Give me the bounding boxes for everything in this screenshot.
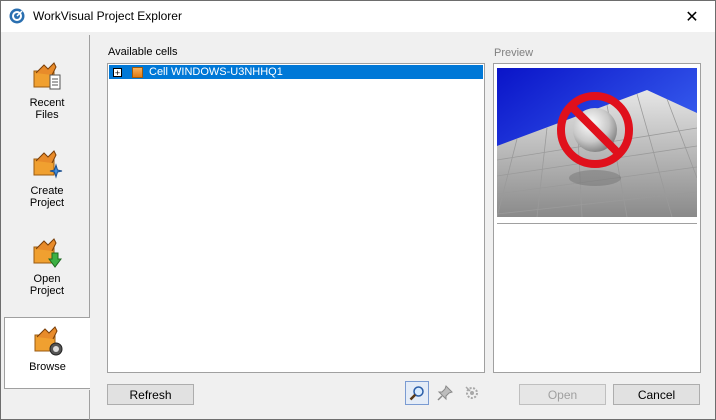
- sidebar-item-label: Browse: [29, 361, 66, 373]
- sidebar: Recent Files Create Project Open Project: [4, 35, 90, 389]
- sidebar-item-browse[interactable]: Browse: [4, 317, 90, 389]
- preview-panel: [493, 63, 701, 373]
- sidebar-item-label: Open: [33, 273, 61, 285]
- browse-icon: [34, 326, 62, 356]
- pin-button[interactable]: [433, 381, 457, 405]
- pin-icon: [437, 385, 453, 401]
- settings-button[interactable]: [460, 381, 484, 405]
- sidebar-item-create-project[interactable]: Create Project: [4, 149, 90, 235]
- cell-icon: [132, 66, 143, 78]
- window-title: WorkVisual Project Explorer: [33, 9, 182, 23]
- tree-item-label: Cell WINDOWS-U3NHHQ1: [149, 66, 283, 78]
- recent-files-icon: [33, 62, 61, 90]
- cells-tree[interactable]: + Cell WINDOWS-U3NHHQ1: [107, 63, 485, 373]
- magnifier-icon: [409, 386, 424, 401]
- sidebar-item-label: Project: [29, 285, 65, 297]
- sidebar-item-label: Files: [35, 109, 59, 121]
- sidebar-item-label: Create: [30, 185, 64, 197]
- tree-item-cell[interactable]: + Cell WINDOWS-U3NHHQ1: [109, 65, 483, 79]
- sidebar-item-label: Recent: [29, 97, 65, 109]
- project-explorer-window: WorkVisual Project Explorer ✕ Recent Fil…: [0, 0, 716, 420]
- close-icon: ✕: [685, 8, 699, 26]
- open-project-icon: [33, 238, 62, 268]
- expand-icon[interactable]: +: [113, 67, 122, 77]
- preview-heading: Preview: [494, 47, 534, 59]
- sidebar-item-open-project[interactable]: Open Project: [4, 237, 90, 323]
- no-preview-prohibited-icon: [497, 68, 697, 217]
- sidebar-item-recent-files[interactable]: Recent Files: [4, 61, 90, 147]
- preview-divider: [497, 223, 697, 224]
- sidebar-divider: [89, 35, 90, 318]
- sidebar-item-label: Project: [29, 197, 65, 209]
- title-bar: WorkVisual Project Explorer ✕: [1, 1, 715, 32]
- workvisual-app-icon: [9, 8, 25, 24]
- open-button[interactable]: Open: [519, 384, 606, 405]
- cancel-button[interactable]: Cancel: [613, 384, 700, 405]
- close-button[interactable]: ✕: [669, 1, 715, 32]
- refresh-button[interactable]: Refresh: [107, 384, 194, 405]
- available-cells-heading: Available cells: [108, 46, 178, 58]
- settings-icon: [465, 386, 478, 399]
- find-button[interactable]: [405, 381, 429, 405]
- sidebar-divider: [89, 390, 90, 420]
- create-project-icon: [33, 150, 63, 179]
